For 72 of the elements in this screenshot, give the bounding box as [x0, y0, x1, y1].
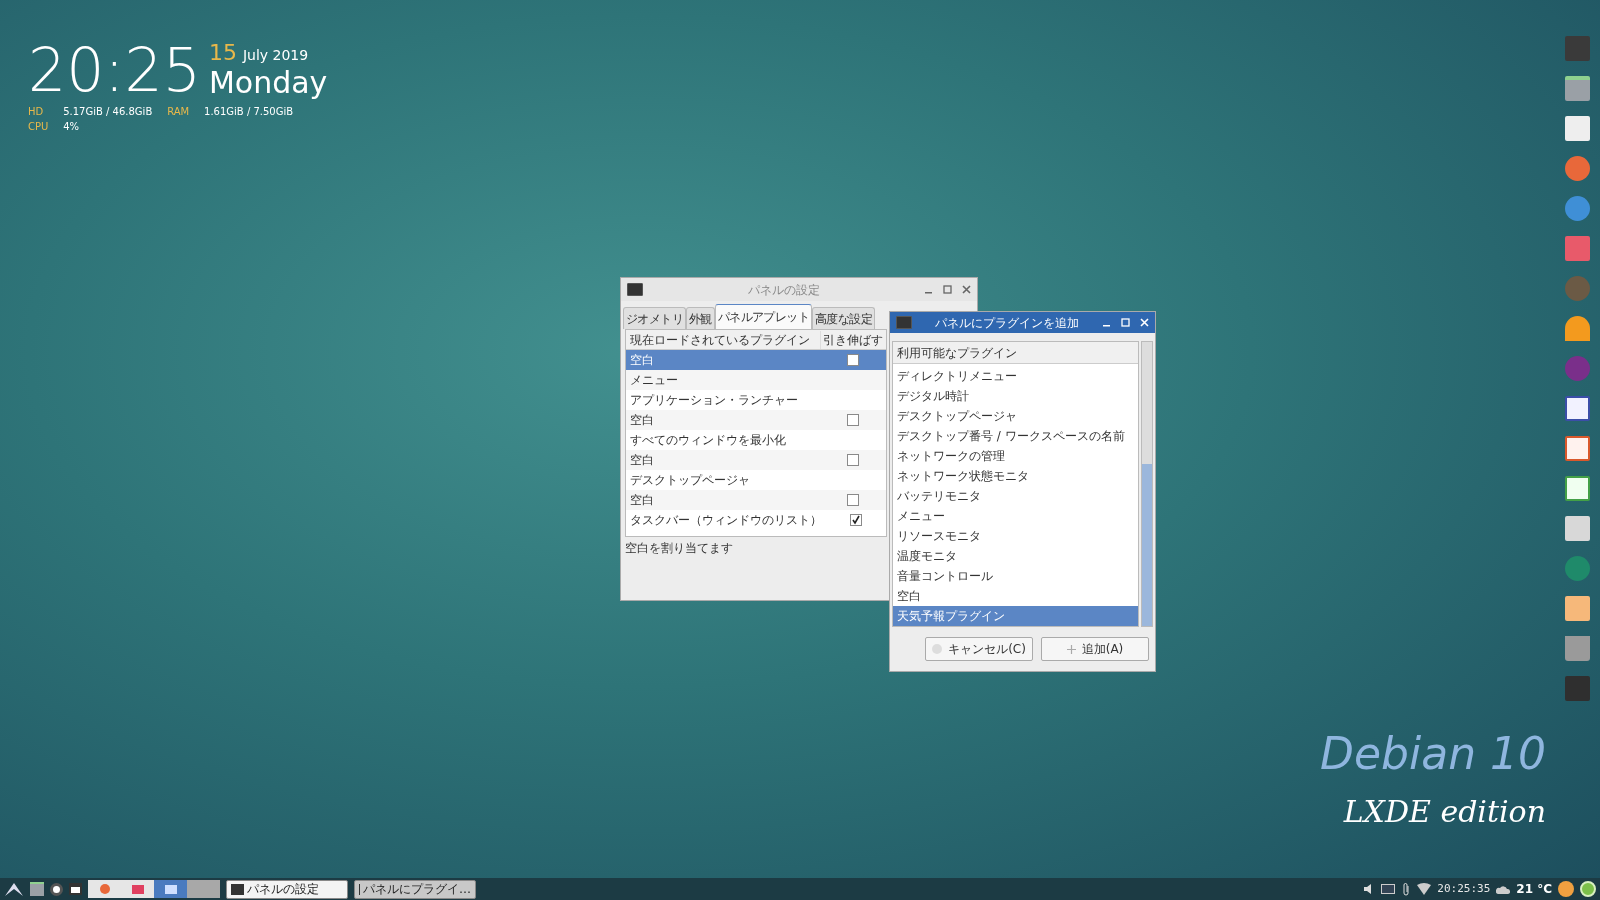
list-row[interactable]: メニュー	[626, 370, 886, 390]
column-header[interactable]: 引き伸ばす	[820, 330, 886, 349]
list-row[interactable]: 温度モニタ	[893, 546, 1138, 566]
plugin-name: 空白	[629, 452, 655, 469]
stat-value: 5.17GiB / 46.8GiB	[63, 105, 154, 119]
list-row[interactable]: バッテリモニタ	[893, 486, 1138, 506]
stat-value: 1.61GiB / 7.50GiB	[204, 105, 295, 119]
list-row[interactable]: デスクトップ番号 / ワークスペースの名前	[893, 426, 1138, 446]
list-row[interactable]: 空白	[893, 586, 1138, 606]
plugin-name: 空白	[629, 412, 655, 429]
clock-time: 20:25	[28, 40, 201, 100]
plugin-name: メニュー	[629, 372, 679, 389]
checkbox[interactable]	[847, 454, 859, 466]
workspace-button[interactable]	[88, 880, 121, 898]
plus-icon	[1066, 644, 1076, 654]
cancel-button[interactable]: キャンセル(C)	[925, 637, 1033, 661]
plugin-name: デスクトップページャ	[629, 472, 751, 489]
tab[interactable]: 高度な設定	[812, 307, 876, 329]
checkbox[interactable]	[847, 494, 859, 506]
task-button[interactable]: パネルにプラグイ…	[354, 879, 476, 899]
list-row[interactable]: 空白	[626, 350, 886, 370]
cloud-icon[interactable]	[1496, 884, 1511, 894]
list-row[interactable]: 天気予報プラグイン	[893, 606, 1138, 626]
plugin-name: すべてのウィンドウを最小化	[629, 432, 787, 449]
stat-label: RAM	[167, 105, 191, 119]
brand-subtitle: LXDE edition	[1343, 793, 1546, 831]
stat-label: HD	[28, 105, 45, 119]
window-title: パネルの設定	[746, 281, 821, 299]
list-row[interactable]: 空白	[626, 450, 886, 470]
stat-label: CPU	[28, 120, 50, 134]
scrollbar[interactable]	[1141, 341, 1153, 627]
menu-logo-icon[interactable]	[4, 881, 24, 897]
wifi-icon[interactable]	[1417, 883, 1432, 895]
date-month-year: July 2019	[242, 46, 309, 65]
weekday: Monday	[208, 66, 328, 100]
list-row[interactable]: メニュー	[893, 506, 1138, 526]
plugin-name: 空白	[629, 492, 655, 509]
plugin-name: 空白	[629, 352, 655, 369]
list-row[interactable]: ネットワーク状態モニタ	[893, 466, 1138, 486]
brand-title: Debian 10	[1320, 727, 1546, 781]
list-row[interactable]: 空白	[626, 410, 886, 430]
checkbox[interactable]	[847, 414, 859, 426]
status-text: 空白を割り当てます	[624, 540, 734, 557]
checkbox[interactable]	[847, 354, 859, 366]
window-title: パネルにプラグインを追加	[934, 314, 1080, 332]
list-row[interactable]: デスクトップページャ	[893, 406, 1138, 426]
list-row[interactable]: 空白	[626, 490, 886, 510]
plugin-name: タスクバー（ウィンドウのリスト）	[629, 512, 823, 529]
temperature[interactable]: 21 °C	[1516, 880, 1552, 898]
workspace-button[interactable]	[154, 880, 187, 898]
paperclip-icon[interactable]	[1401, 882, 1412, 896]
window-icon[interactable]	[69, 883, 82, 895]
add-button[interactable]: 追加(A)	[1041, 637, 1149, 661]
tab[interactable]: 外観	[686, 307, 715, 329]
tab[interactable]: ジオメトリ	[623, 307, 686, 329]
tab[interactable]: パネルアプレット	[714, 304, 813, 329]
workspace-button[interactable]	[121, 880, 154, 898]
list-row[interactable]: 音量コントロール	[893, 566, 1138, 586]
maximize-icon[interactable]	[943, 285, 952, 294]
checkbox[interactable]	[850, 514, 862, 526]
list-row[interactable]: ディレクトリメニュー	[893, 366, 1138, 386]
tray-clock[interactable]: 20:25:35	[1437, 880, 1491, 898]
list-row[interactable]: ネットワークの管理	[893, 446, 1138, 466]
keyboard-icon[interactable]	[1381, 884, 1396, 894]
close-icon[interactable]	[962, 285, 971, 294]
column-header[interactable]: 現在ロードされているプラグイン	[626, 330, 820, 349]
plugin-name: アプリケーション・ランチャー	[629, 392, 799, 409]
task-button[interactable]: パネルの設定	[226, 879, 348, 899]
date-day: 15	[208, 41, 237, 65]
stat-value: 4%	[63, 120, 81, 134]
list-row[interactable]: デジタル時計	[893, 386, 1138, 406]
list-row[interactable]: リソースモニタ	[893, 526, 1138, 546]
